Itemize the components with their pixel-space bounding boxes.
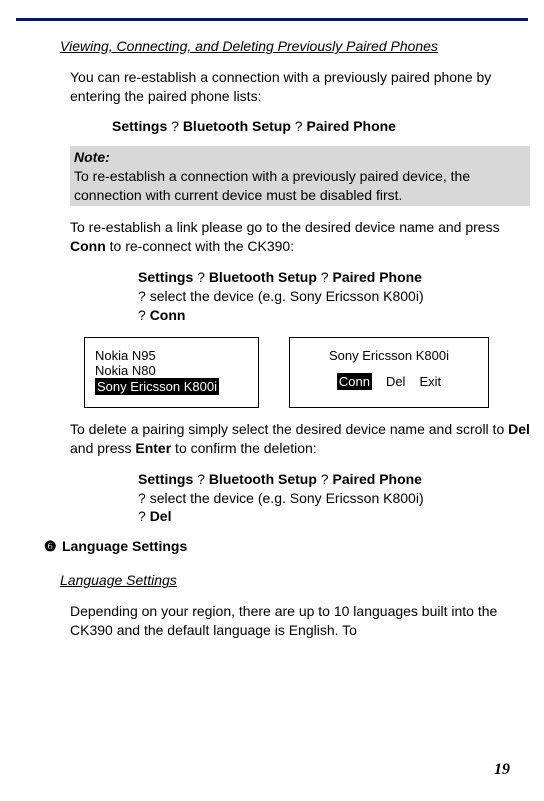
steps-2: Settings ? Bluetooth Setup ? Paired Phon… — [138, 470, 530, 527]
s1l3q: ? — [138, 307, 150, 323]
s1l1b: Bluetooth Setup — [209, 269, 317, 285]
p2c: to re-connect with the CK390: — [106, 238, 294, 254]
para-reestablish: To re-establish a link please go to the … — [70, 218, 530, 256]
note-box: Note: To re-establish a connection with … — [70, 146, 530, 207]
heading-language: Language Settings — [60, 572, 530, 588]
figB-title: Sony Ericsson K800i — [300, 348, 478, 363]
s2l1b: Bluetooth Setup — [209, 471, 317, 487]
s1l2t: select the device (e.g. Sony Ericsson K8… — [150, 288, 424, 304]
figB-exit: Exit — [419, 374, 441, 389]
nav-a: Settings — [112, 118, 167, 134]
nav-c: Paired Phone — [307, 118, 396, 134]
p2a: To re-establish a link please go to the … — [70, 219, 500, 235]
note-title: Note: — [74, 148, 526, 167]
nav-q2: ? — [291, 118, 307, 134]
s2l3b: Del — [150, 508, 172, 524]
s1l2q: ? — [138, 288, 150, 304]
figA-line3-selected: Sony Ericsson K800i — [95, 378, 219, 395]
s2l1q2: ? — [317, 471, 333, 487]
s1l3b: Conn — [150, 307, 186, 323]
figure-device-list: Nokia N95 Nokia N80 Sony Ericsson K800i — [84, 337, 259, 408]
figB-del: Del — [386, 374, 406, 389]
heading-viewing: Viewing, Connecting, and Deleting Previo… — [60, 38, 530, 54]
figB-conn-selected: Conn — [337, 373, 372, 390]
p3d: Enter — [135, 440, 171, 456]
nav-path-1: Settings ? Bluetooth Setup ? Paired Phon… — [112, 118, 530, 134]
top-rule — [16, 18, 528, 21]
s1l1q2: ? — [317, 269, 333, 285]
p2b: Conn — [70, 238, 106, 254]
p3b: Del — [508, 421, 530, 437]
section-title-language: Language Settings — [62, 538, 530, 554]
s2l1c: Paired Phone — [333, 471, 422, 487]
s2l2q: ? — [138, 490, 150, 506]
figures-row: Nokia N95 Nokia N80 Sony Ericsson K800i … — [84, 337, 530, 408]
s1l1c: Paired Phone — [333, 269, 422, 285]
p3e: to confirm the deletion: — [171, 440, 317, 456]
s1l1a: Settings — [138, 269, 193, 285]
figA-line2: Nokia N80 — [95, 363, 248, 378]
p3a: To delete a pairing simply select the de… — [70, 421, 508, 437]
section-number-icon: ❻ — [44, 538, 57, 555]
figA-line1: Nokia N95 — [95, 348, 248, 363]
s1l1q1: ? — [193, 269, 209, 285]
p3c: and press — [70, 440, 135, 456]
steps-1: Settings ? Bluetooth Setup ? Paired Phon… — [138, 268, 530, 325]
note-body: To re-establish a connection with a prev… — [74, 167, 526, 205]
s2l2t: select the device (e.g. Sony Ericsson K8… — [150, 490, 424, 506]
figure-device-menu: Sony Ericsson K800i Conn Del Exit — [289, 337, 489, 408]
nav-b: Bluetooth Setup — [183, 118, 291, 134]
s2l3q: ? — [138, 508, 150, 524]
page-number: 19 — [494, 761, 510, 779]
para-delete: To delete a pairing simply select the de… — [70, 420, 530, 458]
s2l1q1: ? — [193, 471, 209, 487]
page-content: Viewing, Connecting, and Deleting Previo… — [60, 38, 530, 652]
s2l1a: Settings — [138, 471, 193, 487]
para-language: Depending on your region, there are up t… — [70, 602, 530, 640]
para-intro: You can re-establish a connection with a… — [70, 68, 530, 106]
nav-q1: ? — [167, 118, 183, 134]
